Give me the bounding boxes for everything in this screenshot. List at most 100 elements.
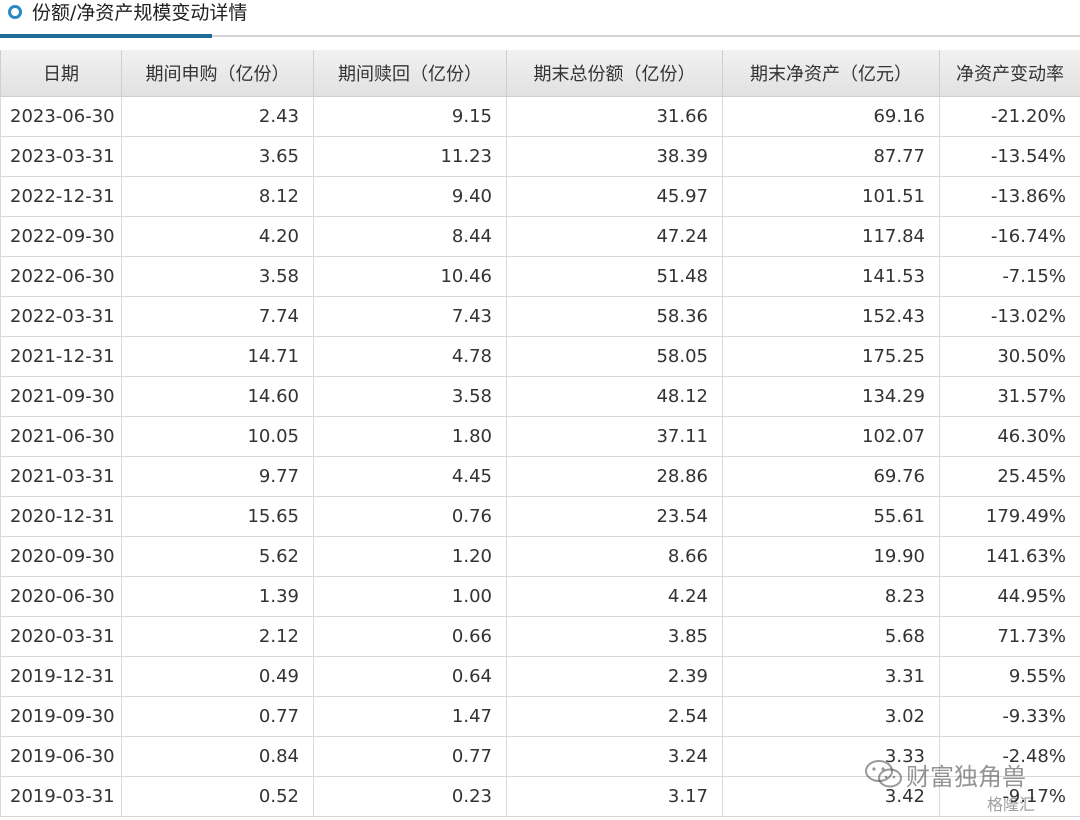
cell-net-asset-change: 179.49% — [939, 495, 1080, 537]
section-title: 份额/净资产规模变动详情 — [32, 2, 248, 24]
table-row: 2023-03-31 3.65 11.23 38.39 87.77 -13.54% — [0, 135, 1080, 177]
cell-net-assets: 3.33 — [722, 735, 940, 777]
cell-redemption: 3.58 — [313, 375, 507, 417]
cell-subscription: 15.65 — [121, 495, 314, 537]
cell-net-assets: 87.77 — [722, 135, 940, 177]
header-accent-bar — [0, 34, 212, 38]
section-header: 份额/净资产规模变动详情 — [0, 0, 1080, 38]
cell-net-assets: 152.43 — [722, 295, 940, 337]
cell-total-shares: 23.54 — [506, 495, 723, 537]
cell-redemption: 9.40 — [313, 175, 507, 217]
cell-net-assets: 102.07 — [722, 415, 940, 457]
cell-net-assets: 141.53 — [722, 255, 940, 297]
cell-net-assets: 19.90 — [722, 535, 940, 577]
cell-subscription: 10.05 — [121, 415, 314, 457]
column-header-net-asset-change: 净资产变动率 — [939, 50, 1080, 97]
cell-total-shares: 3.24 — [506, 735, 723, 777]
cell-subscription: 0.84 — [121, 735, 314, 777]
cell-net-assets: 101.51 — [722, 175, 940, 217]
cell-date: 2019-09-30 — [0, 695, 122, 737]
cell-net-assets: 134.29 — [722, 375, 940, 417]
cell-total-shares: 48.12 — [506, 375, 723, 417]
cell-total-shares: 51.48 — [506, 255, 723, 297]
cell-date: 2020-09-30 — [0, 535, 122, 577]
table-body: 2023-06-30 2.43 9.15 31.66 69.16 -21.20% 2023-… — [0, 95, 1080, 817]
cell-date: 2020-12-31 — [0, 495, 122, 537]
cell-net-asset-change: -21.20% — [939, 95, 1080, 137]
cell-date: 2021-09-30 — [0, 375, 122, 417]
cell-redemption: 0.77 — [313, 735, 507, 777]
cell-total-shares: 37.11 — [506, 415, 723, 457]
table-row: 2020-09-30 5.62 1.20 8.66 19.90 141.63% — [0, 535, 1080, 577]
table-row: 2019-06-30 0.84 0.77 3.24 3.33 -2.48% — [0, 735, 1080, 777]
column-header-date: 日期 — [0, 50, 122, 97]
cell-net-assets: 117.84 — [722, 215, 940, 257]
cell-subscription: 2.43 — [121, 95, 314, 137]
cell-date: 2022-09-30 — [0, 215, 122, 257]
cell-total-shares: 28.86 — [506, 455, 723, 497]
cell-redemption: 9.15 — [313, 95, 507, 137]
cell-net-assets: 3.42 — [722, 775, 940, 817]
cell-subscription: 1.39 — [121, 575, 314, 617]
cell-date: 2021-06-30 — [0, 415, 122, 457]
cell-date: 2019-03-31 — [0, 775, 122, 817]
cell-total-shares: 2.39 — [506, 655, 723, 697]
cell-total-shares: 45.97 — [506, 175, 723, 217]
table-row: 2022-06-30 3.58 10.46 51.48 141.53 -7.15% — [0, 255, 1080, 297]
table-row: 2023-06-30 2.43 9.15 31.66 69.16 -21.20% — [0, 95, 1080, 137]
cell-redemption: 0.66 — [313, 615, 507, 657]
table-row: 2021-06-30 10.05 1.80 37.11 102.07 46.30% — [0, 415, 1080, 457]
table-row: 2019-12-31 0.49 0.64 2.39 3.31 9.55% — [0, 655, 1080, 697]
cell-subscription: 7.74 — [121, 295, 314, 337]
cell-redemption: 11.23 — [313, 135, 507, 177]
cell-redemption: 1.47 — [313, 695, 507, 737]
cell-net-asset-change: 30.50% — [939, 335, 1080, 377]
cell-subscription: 3.58 — [121, 255, 314, 297]
cell-net-assets: 55.61 — [722, 495, 940, 537]
cell-net-asset-change: -7.15% — [939, 255, 1080, 297]
cell-net-assets: 175.25 — [722, 335, 940, 377]
table-row: 2021-09-30 14.60 3.58 48.12 134.29 31.57% — [0, 375, 1080, 417]
cell-date: 2022-12-31 — [0, 175, 122, 217]
cell-total-shares: 58.05 — [506, 335, 723, 377]
cell-net-asset-change: -13.54% — [939, 135, 1080, 177]
cell-subscription: 0.52 — [121, 775, 314, 817]
table-row: 2022-09-30 4.20 8.44 47.24 117.84 -16.74% — [0, 215, 1080, 257]
cell-subscription: 0.77 — [121, 695, 314, 737]
circle-bullet-icon — [8, 5, 22, 19]
cell-subscription: 3.65 — [121, 135, 314, 177]
column-header-redemption: 期间赎回（亿份） — [313, 50, 507, 97]
cell-redemption: 7.43 — [313, 295, 507, 337]
column-header-total-shares: 期末总份额（亿份） — [506, 50, 723, 97]
cell-subscription: 8.12 — [121, 175, 314, 217]
cell-total-shares: 8.66 — [506, 535, 723, 577]
cell-redemption: 8.44 — [313, 215, 507, 257]
cell-net-assets: 69.76 — [722, 455, 940, 497]
cell-net-asset-change: -9.33% — [939, 695, 1080, 737]
table-row: 2022-03-31 7.74 7.43 58.36 152.43 -13.02% — [0, 295, 1080, 337]
cell-subscription: 14.60 — [121, 375, 314, 417]
table-row: 2022-12-31 8.12 9.40 45.97 101.51 -13.86% — [0, 175, 1080, 217]
cell-date: 2019-06-30 — [0, 735, 122, 777]
table-row: 2020-06-30 1.39 1.00 4.24 8.23 44.95% — [0, 575, 1080, 617]
cell-net-asset-change: 141.63% — [939, 535, 1080, 577]
cell-subscription: 9.77 — [121, 455, 314, 497]
cell-net-asset-change: -13.86% — [939, 175, 1080, 217]
cell-redemption: 0.64 — [313, 655, 507, 697]
cell-net-assets: 8.23 — [722, 575, 940, 617]
table-row: 2019-03-31 0.52 0.23 3.17 3.42 -9.17% — [0, 775, 1080, 817]
cell-net-asset-change: -13.02% — [939, 295, 1080, 337]
cell-date: 2019-12-31 — [0, 655, 122, 697]
cell-redemption: 1.80 — [313, 415, 507, 457]
cell-subscription: 5.62 — [121, 535, 314, 577]
cell-total-shares: 58.36 — [506, 295, 723, 337]
cell-subscription: 2.12 — [121, 615, 314, 657]
cell-net-assets: 5.68 — [722, 615, 940, 657]
column-header-subscription: 期间申购（亿份） — [121, 50, 314, 97]
table-row: 2021-03-31 9.77 4.45 28.86 69.76 25.45% — [0, 455, 1080, 497]
cell-total-shares: 3.17 — [506, 775, 723, 817]
cell-net-asset-change: 31.57% — [939, 375, 1080, 417]
cell-date: 2022-03-31 — [0, 295, 122, 337]
cell-date: 2023-03-31 — [0, 135, 122, 177]
cell-net-asset-change: -16.74% — [939, 215, 1080, 257]
